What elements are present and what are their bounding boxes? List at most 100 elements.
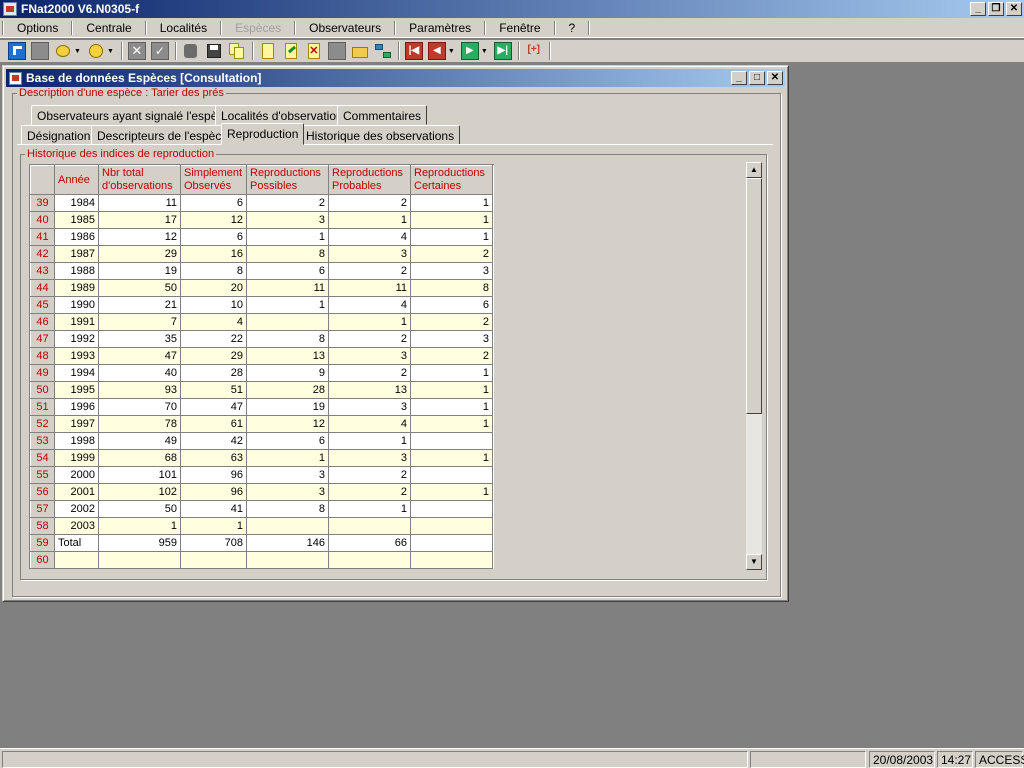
table-cell[interactable]: 1988 [54,262,99,280]
table-cell[interactable]: 16 [180,245,247,263]
tab-observateurs[interactable]: Observateurs ayant signalé l'espèce [31,105,237,125]
row-number[interactable]: 52 [30,415,55,433]
table-row[interactable]: 51 1996 70 47 19 3 1 [30,398,493,416]
table-cell[interactable]: 29 [98,245,181,263]
table-cell[interactable]: 6 [246,432,329,450]
minimize-button[interactable]: _ [970,2,986,16]
table-cell[interactable]: 68 [98,449,181,467]
delete-document-icon[interactable]: ✕ [305,42,323,60]
table-cell[interactable]: 12 [98,228,181,246]
table-cell[interactable]: 2 [410,313,493,331]
table-cell[interactable]: 3 [328,398,411,416]
table-cell[interactable]: 3 [328,449,411,467]
row-number[interactable]: 53 [30,432,55,450]
table-cell[interactable]: 35 [98,330,181,348]
table-cell[interactable]: 1986 [54,228,99,246]
table-cell[interactable] [98,551,181,569]
table-cell[interactable]: 1 [410,398,493,416]
table-cell[interactable]: 1984 [54,194,99,212]
table-cell[interactable]: 9 [246,364,329,382]
row-number[interactable]: 56 [30,483,55,501]
column-header[interactable]: Année [54,165,99,195]
table-cell[interactable]: 2 [328,330,411,348]
table-cell[interactable]: 1 [98,517,181,535]
table-row[interactable]: 54 1999 68 63 1 3 1 [30,449,493,467]
table-cell[interactable]: 3 [246,483,329,501]
table-cell[interactable]: 1993 [54,347,99,365]
table-cell[interactable]: 42 [180,432,247,450]
row-number[interactable]: 47 [30,330,55,348]
table-cell[interactable]: 1 [328,211,411,229]
table-cell[interactable]: 21 [98,296,181,314]
table-cell[interactable]: 28 [246,381,329,399]
open-folder-icon[interactable] [351,42,369,60]
menu-centrale[interactable]: Centrale [75,21,142,35]
table-cell[interactable] [410,534,493,552]
new-document-icon[interactable] [259,42,277,60]
table-cell[interactable] [246,313,329,331]
table-cell[interactable]: 2 [410,245,493,263]
table-row[interactable]: 45 1990 21 10 1 4 6 [30,296,493,314]
table-cell[interactable]: 3 [328,347,411,365]
table-cell[interactable]: 50 [98,500,181,518]
table-cell[interactable]: 4 [328,415,411,433]
table-cell[interactable]: 101 [98,466,181,484]
table-cell[interactable]: 8 [246,330,329,348]
child-maximize-button[interactable]: □ [749,71,765,85]
table-cell[interactable]: 61 [180,415,247,433]
table-cell[interactable]: 1987 [54,245,99,263]
exit-icon[interactable]: [+] [525,42,543,60]
table-cell[interactable] [246,551,329,569]
dropdown-arrow-icon[interactable]: ▼ [448,48,455,55]
table-cell[interactable]: 2001 [54,483,99,501]
row-number[interactable]: 42 [30,245,55,263]
table-cell[interactable]: 2 [328,466,411,484]
table-cell[interactable]: 1 [410,449,493,467]
dropdown-arrow-icon[interactable]: ▼ [481,48,488,55]
table-cell[interactable]: 8 [246,500,329,518]
table-cell[interactable]: 2 [328,194,411,212]
table-cell[interactable]: 1 [410,364,493,382]
table-cell[interactable]: 51 [180,381,247,399]
table-cell[interactable] [328,551,411,569]
table-cell[interactable]: 93 [98,381,181,399]
table-cell[interactable]: 4 [180,313,247,331]
table-row[interactable]: 49 1994 40 28 9 2 1 [30,364,493,382]
menu-options[interactable]: Options [6,21,69,35]
first-record-icon[interactable]: |◀ [404,42,423,60]
table-cell[interactable]: 13 [328,381,411,399]
tab-descripteurs[interactable]: Descripteurs de l'espèce [91,125,235,145]
search-filter-icon[interactable] [87,42,105,60]
table-cell[interactable]: 6 [410,296,493,314]
tab-reproduction[interactable]: Reproduction [221,123,305,145]
table-row[interactable]: 43 1988 19 8 6 2 3 [30,262,493,280]
table-row[interactable]: 39 1984 11 6 2 2 1 [30,194,493,212]
table-cell[interactable] [54,551,99,569]
tab-historique[interactable]: Historique des observations [300,125,461,145]
table-cell[interactable]: 47 [180,398,247,416]
row-number[interactable]: 50 [30,381,55,399]
table-cell[interactable]: 8 [246,245,329,263]
delete-icon[interactable]: ✕ [127,42,146,60]
row-number[interactable]: 41 [30,228,55,246]
table-row[interactable]: 47 1992 35 22 8 2 3 [30,330,493,348]
next-record-icon[interactable]: ▶ [460,42,479,60]
table-cell[interactable] [410,500,493,518]
document-gray-icon[interactable] [327,42,346,60]
table-cell[interactable]: 10 [180,296,247,314]
table-row[interactable]: 53 1998 49 42 6 1 [30,432,493,450]
table-cell[interactable]: 6 [180,228,247,246]
table-cell[interactable]: 1991 [54,313,99,331]
table-cell[interactable]: 1 [410,194,493,212]
table-cell[interactable]: 1 [410,415,493,433]
column-header[interactable]: Reproductions Possibles [246,165,329,195]
table-cell[interactable]: 1 [410,483,493,501]
close-button[interactable]: ✕ [1006,2,1022,16]
tab-designation[interactable]: Désignation [21,125,97,145]
table-cell[interactable]: 2 [328,483,411,501]
table-cell[interactable]: 4 [328,296,411,314]
table-cell[interactable]: 1997 [54,415,99,433]
table-cell[interactable]: 1985 [54,211,99,229]
table-cell[interactable]: 2003 [54,517,99,535]
table-row[interactable]: 48 1993 47 29 13 3 2 [30,347,493,365]
